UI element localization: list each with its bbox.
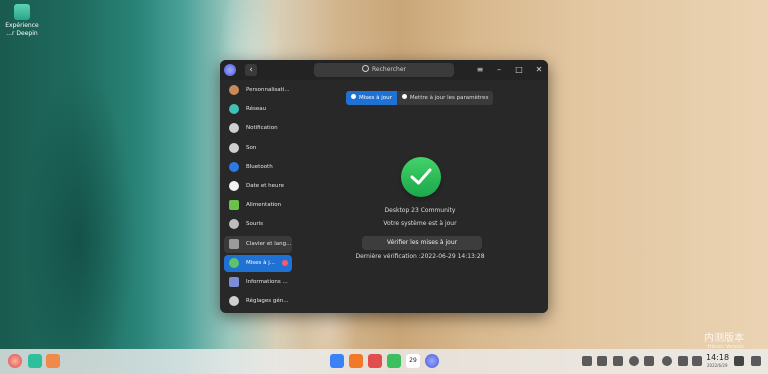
sidebar-item-label: Mises à j... bbox=[246, 259, 276, 266]
up-to-date-check-icon bbox=[401, 157, 441, 197]
sidebar-item-power[interactable]: Alimentation bbox=[224, 197, 292, 214]
sidebar-item-mouse[interactable]: Souris bbox=[224, 216, 292, 233]
sidebar-item-datetime[interactable]: Date et heure bbox=[224, 178, 292, 195]
sidebar-item-system-info[interactable]: Informations ... bbox=[224, 274, 292, 291]
power-tray-icon[interactable] bbox=[692, 356, 702, 366]
update-tab-icon bbox=[351, 94, 356, 99]
maximize-button[interactable]: □ bbox=[513, 64, 525, 76]
control-center-window: ‹ Rechercher ≡ – □ ✕ Personnalisati... R… bbox=[220, 60, 548, 313]
sidebar-item-sound[interactable]: Son bbox=[224, 140, 292, 157]
bluetooth-icon bbox=[229, 161, 239, 172]
trash-icon[interactable] bbox=[734, 356, 744, 366]
last-check-text: Dernière vérification :2022-06-29 14:13:… bbox=[355, 253, 485, 260]
tab-updates-label: Mises à jour bbox=[359, 95, 392, 101]
tab-update-settings[interactable]: Mettre à jour les paramètres bbox=[396, 91, 494, 105]
sidebar-item-label: Alimentation bbox=[246, 202, 282, 209]
sidebar-item-label: Bluetooth bbox=[246, 163, 273, 170]
app-store-icon[interactable] bbox=[46, 354, 60, 368]
sidebar-item-label: Informations ... bbox=[246, 278, 288, 285]
menu-button[interactable]: ≡ bbox=[474, 64, 486, 76]
music-icon[interactable] bbox=[349, 354, 363, 368]
multitask-view-icon[interactable] bbox=[28, 354, 42, 368]
file-manager-icon[interactable] bbox=[330, 354, 344, 368]
info-icon bbox=[229, 276, 239, 287]
search-icon bbox=[362, 65, 369, 72]
sidebar-item-updates[interactable]: Mises à j... bbox=[224, 254, 292, 272]
back-button[interactable]: ‹ bbox=[245, 64, 257, 76]
sidebar-item-label: Notification bbox=[246, 125, 278, 132]
sidebar-item-label: Souris bbox=[246, 221, 263, 228]
volume-icon[interactable] bbox=[597, 356, 607, 366]
launcher-icon[interactable] bbox=[8, 354, 22, 368]
settings-tab-icon bbox=[401, 94, 407, 99]
mail-icon[interactable] bbox=[387, 354, 401, 368]
tab-update-settings-label: Mettre à jour les paramètres bbox=[409, 95, 489, 101]
status-text: Votre système est à jour bbox=[383, 220, 457, 227]
battery-icon bbox=[229, 200, 239, 211]
minimize-button[interactable]: – bbox=[493, 64, 505, 76]
sidebar-item-bluetooth[interactable]: Bluetooth bbox=[224, 159, 292, 176]
edition-label: Desktop 23 Community bbox=[384, 207, 456, 214]
watermark-title: 内测版本 bbox=[704, 333, 744, 344]
search-placeholder: Rechercher bbox=[372, 66, 406, 73]
sidebar-item-network[interactable]: Réseau bbox=[224, 101, 292, 118]
sidebar-item-label: Date et heure bbox=[246, 182, 285, 189]
notification-tray-icon[interactable] bbox=[678, 356, 688, 366]
update-badge bbox=[282, 259, 288, 266]
sidebar-item-label: Clavier et lang... bbox=[246, 240, 292, 247]
sidebar-item-label: Réglages gén... bbox=[246, 298, 289, 305]
chevron-right-icon[interactable] bbox=[644, 356, 654, 366]
show-desktop-icon[interactable] bbox=[751, 356, 761, 366]
updates-panel: Mises à jour Mettre à jour les paramètre… bbox=[292, 80, 548, 313]
network-icon bbox=[229, 104, 239, 115]
check-updates-button[interactable]: Vérifier les mises à jour bbox=[362, 236, 482, 250]
sidebar-item-keyboard[interactable]: Clavier et lang... bbox=[224, 235, 292, 253]
sidebar-item-personalization[interactable]: Personnalisati... bbox=[224, 82, 292, 99]
mouse-icon bbox=[229, 219, 239, 230]
edit-icon[interactable] bbox=[613, 356, 623, 366]
sidebar-item-label: Son bbox=[246, 144, 257, 151]
image-viewer-icon[interactable] bbox=[368, 354, 382, 368]
settings-icon bbox=[229, 296, 239, 307]
beta-watermark: 内测版本 Hänen Version bbox=[704, 329, 744, 350]
control-center-icon[interactable] bbox=[425, 354, 439, 368]
experience-app-icon bbox=[14, 4, 30, 20]
keyboard-tray-icon[interactable] bbox=[582, 356, 592, 366]
search-input[interactable]: Rechercher bbox=[314, 63, 454, 77]
taskbar-clock[interactable]: 14:18 bbox=[706, 353, 729, 362]
sidebar-item-label: Réseau bbox=[246, 106, 267, 113]
taskbar: 29 14:18 2022/6/29 bbox=[0, 349, 768, 374]
close-button[interactable]: ✕ bbox=[533, 64, 545, 76]
update-tabs: Mises à jour Mettre à jour les paramètre… bbox=[346, 91, 494, 105]
sidebar-item-label: Personnalisati... bbox=[246, 87, 290, 93]
control-center-logo-icon bbox=[224, 64, 236, 76]
desktop-icon-experience[interactable]: Expérience ...r Deepin bbox=[4, 4, 40, 38]
calendar-icon[interactable]: 29 bbox=[406, 354, 420, 368]
sound-icon bbox=[229, 142, 239, 153]
sidebar-item-notification[interactable]: Notification bbox=[224, 120, 292, 137]
tab-updates[interactable]: Mises à jour bbox=[346, 91, 397, 105]
titlebar: ‹ Rechercher ≡ – □ ✕ bbox=[220, 60, 548, 80]
notification-icon bbox=[229, 123, 239, 134]
desktop-icon-label-2: ...r Deepin bbox=[6, 30, 38, 37]
desktop-icon-label-1: Expérience bbox=[5, 22, 39, 29]
keyboard-icon bbox=[229, 238, 239, 249]
clock-icon bbox=[229, 180, 239, 191]
network-tray-icon[interactable] bbox=[629, 356, 639, 366]
sidebar: Personnalisati... Réseau Notification So… bbox=[224, 82, 292, 312]
search-tray-icon[interactable] bbox=[662, 356, 672, 366]
update-icon bbox=[229, 257, 239, 268]
sidebar-item-general-settings[interactable]: Réglages gén... bbox=[224, 293, 292, 310]
taskbar-date: 2022/6/29 bbox=[707, 363, 728, 368]
personalization-icon bbox=[229, 85, 239, 95]
